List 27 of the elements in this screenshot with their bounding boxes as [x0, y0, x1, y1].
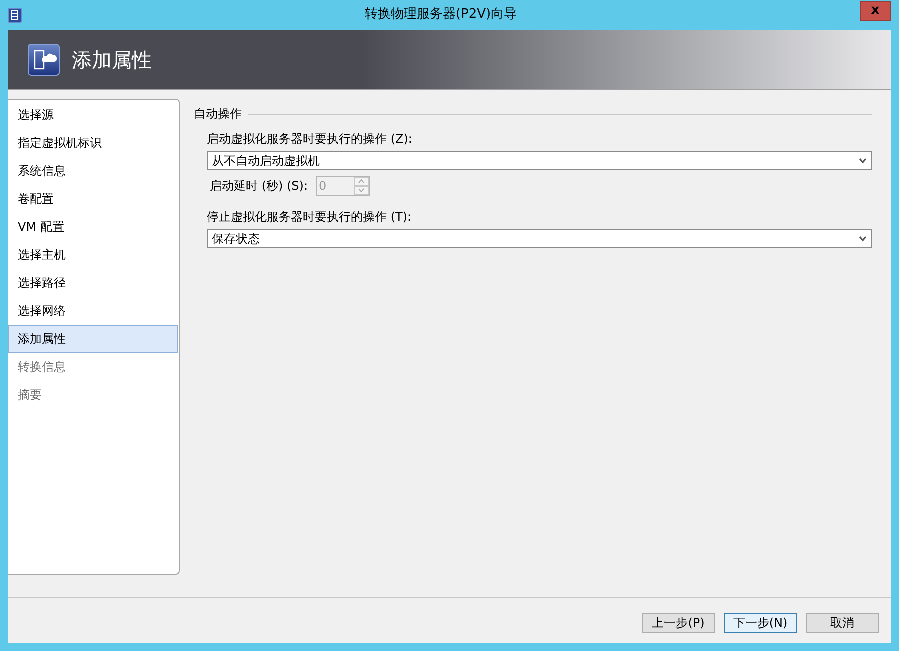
dropdown[interactable]: 保存状态 [207, 229, 872, 248]
dropdown[interactable]: 从不自动启动虚拟机 [207, 151, 872, 170]
window-title: 转换物理服务器(P2V)向导 [364, 6, 518, 24]
step-item[interactable]: 选择主机 [8, 241, 178, 269]
dropdown-value: 保存状态 [212, 230, 260, 248]
wizard-button[interactable]: 取消 [806, 613, 879, 633]
server-cloud-icon [28, 44, 60, 76]
field-label: 启动虚拟化服务器时要执行的操作 (Z): [207, 131, 414, 148]
step-item[interactable]: 选择网络 [8, 297, 178, 325]
chevron-down-icon [859, 236, 867, 242]
step-item[interactable]: 选择源 [8, 101, 178, 129]
field-label: 停止虚拟化服务器时要执行的操作 (T): [207, 209, 413, 226]
step-item[interactable]: VM 配置 [8, 213, 178, 241]
dropdown-value: 从不自动启动虚拟机 [212, 152, 320, 170]
wizard-button[interactable]: 上一步(P) [642, 613, 715, 633]
group-title: 自动操作 [194, 106, 242, 123]
step-item[interactable]: 选择路径 [8, 269, 178, 297]
chevron-down-icon [859, 158, 867, 164]
page-title: 添加属性 [72, 46, 152, 74]
app-icon [8, 8, 22, 22]
step-item[interactable]: 指定虚拟机标识 [8, 129, 178, 157]
step-item[interactable]: 卷配置 [8, 185, 178, 213]
field-label: 启动延时 (秒) (S): [210, 178, 308, 195]
close-button[interactable]: x [860, 1, 891, 21]
wizard-button[interactable]: 下一步(N) [724, 613, 797, 633]
step-item[interactable]: 系统信息 [8, 157, 178, 185]
step-item[interactable]: 添加属性 [8, 325, 178, 353]
